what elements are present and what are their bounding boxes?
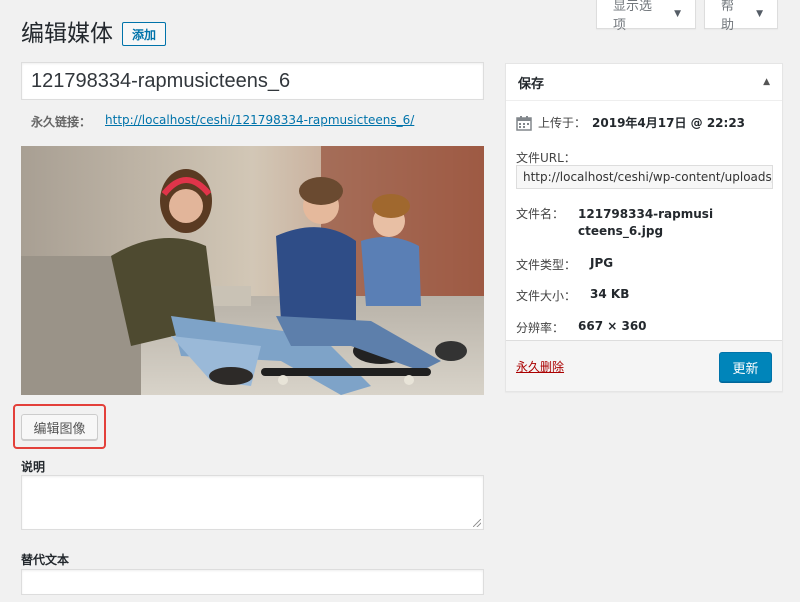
filesize-value: 34 KB <box>590 287 630 301</box>
filename-label: 文件名： <box>516 207 565 221</box>
save-meta-box: 保存 ▲ 上传于： 2019年4月17日 @ 22:23 文件URL： http… <box>505 63 783 392</box>
add-new-button[interactable]: 添加 <box>122 22 166 46</box>
edit-image-highlight: 编辑图像 <box>13 404 106 449</box>
permalink: 永久链接： http://localhost/ceshi/121798334-r… <box>31 113 414 130</box>
screen-meta-tabs: 显示选项 ▼ 帮助 ▼ <box>596 0 778 33</box>
media-image-preview <box>21 146 484 395</box>
filename-row: 文件名： 121798334-rapmusicteens_6.jpg <box>516 206 718 240</box>
save-box-title: 保存 <box>518 76 545 92</box>
file-url-label: 文件URL： <box>516 151 576 165</box>
dimensions-label: 分辨率： <box>516 321 565 335</box>
filesize-row: 文件大小： 34 KB <box>516 287 629 304</box>
edit-image-button[interactable]: 编辑图像 <box>21 414 98 440</box>
filesize-label: 文件大小： <box>516 289 577 303</box>
delete-permanently-link[interactable]: 永久删除 <box>516 358 564 375</box>
dimensions-value: 667 × 360 <box>578 319 647 333</box>
screen-options-button[interactable]: 显示选项 ▼ <box>596 0 696 33</box>
upload-date-row: 上传于： 2019年4月17日 @ 22:23 <box>516 114 745 131</box>
uploaded-value: 2019年4月17日 @ 22:23 <box>592 116 746 130</box>
filename-value: 121798334-rapmusicteens_6.jpg <box>578 207 714 238</box>
file-url-field[interactable]: http://localhost/ceshi/wp-content/upload… <box>516 165 773 189</box>
dimensions-row: 分辨率： 667 × 360 <box>516 319 647 336</box>
filetype-value: JPG <box>590 256 614 270</box>
page-title: 编辑媒体 <box>21 21 113 47</box>
media-title-input[interactable]: 121798334-rapmusicteens_6 <box>21 62 484 100</box>
alt-text-label: 替代文本 <box>21 553 70 567</box>
filetype-label: 文件类型： <box>516 258 577 272</box>
caret-down-icon: ▼ <box>674 9 681 19</box>
alt-text-input[interactable] <box>21 569 484 595</box>
help-label: 帮助 <box>721 0 735 33</box>
update-button[interactable]: 更新 <box>719 352 772 382</box>
help-button[interactable]: 帮助 ▼ <box>704 0 778 33</box>
save-box-header[interactable]: 保存 ▲ <box>506 64 782 101</box>
resize-handle-icon[interactable] <box>473 519 481 527</box>
caption-label: 说明 <box>21 460 46 474</box>
teens-photo-image <box>21 146 484 395</box>
screen-options-label: 显示选项 <box>613 0 653 33</box>
filetype-row: 文件类型： JPG <box>516 256 613 273</box>
collapse-up-icon[interactable]: ▲ <box>763 77 770 87</box>
permalink-label: 永久链接： <box>31 115 92 129</box>
permalink-link[interactable]: http://localhost/ceshi/121798334-rapmusi… <box>105 113 414 130</box>
calendar-icon <box>516 115 532 131</box>
save-box-footer: 永久删除 更新 <box>506 340 782 391</box>
caret-down-icon: ▼ <box>756 9 763 19</box>
caption-textarea[interactable] <box>21 475 484 530</box>
uploaded-label: 上传于： <box>538 116 587 130</box>
